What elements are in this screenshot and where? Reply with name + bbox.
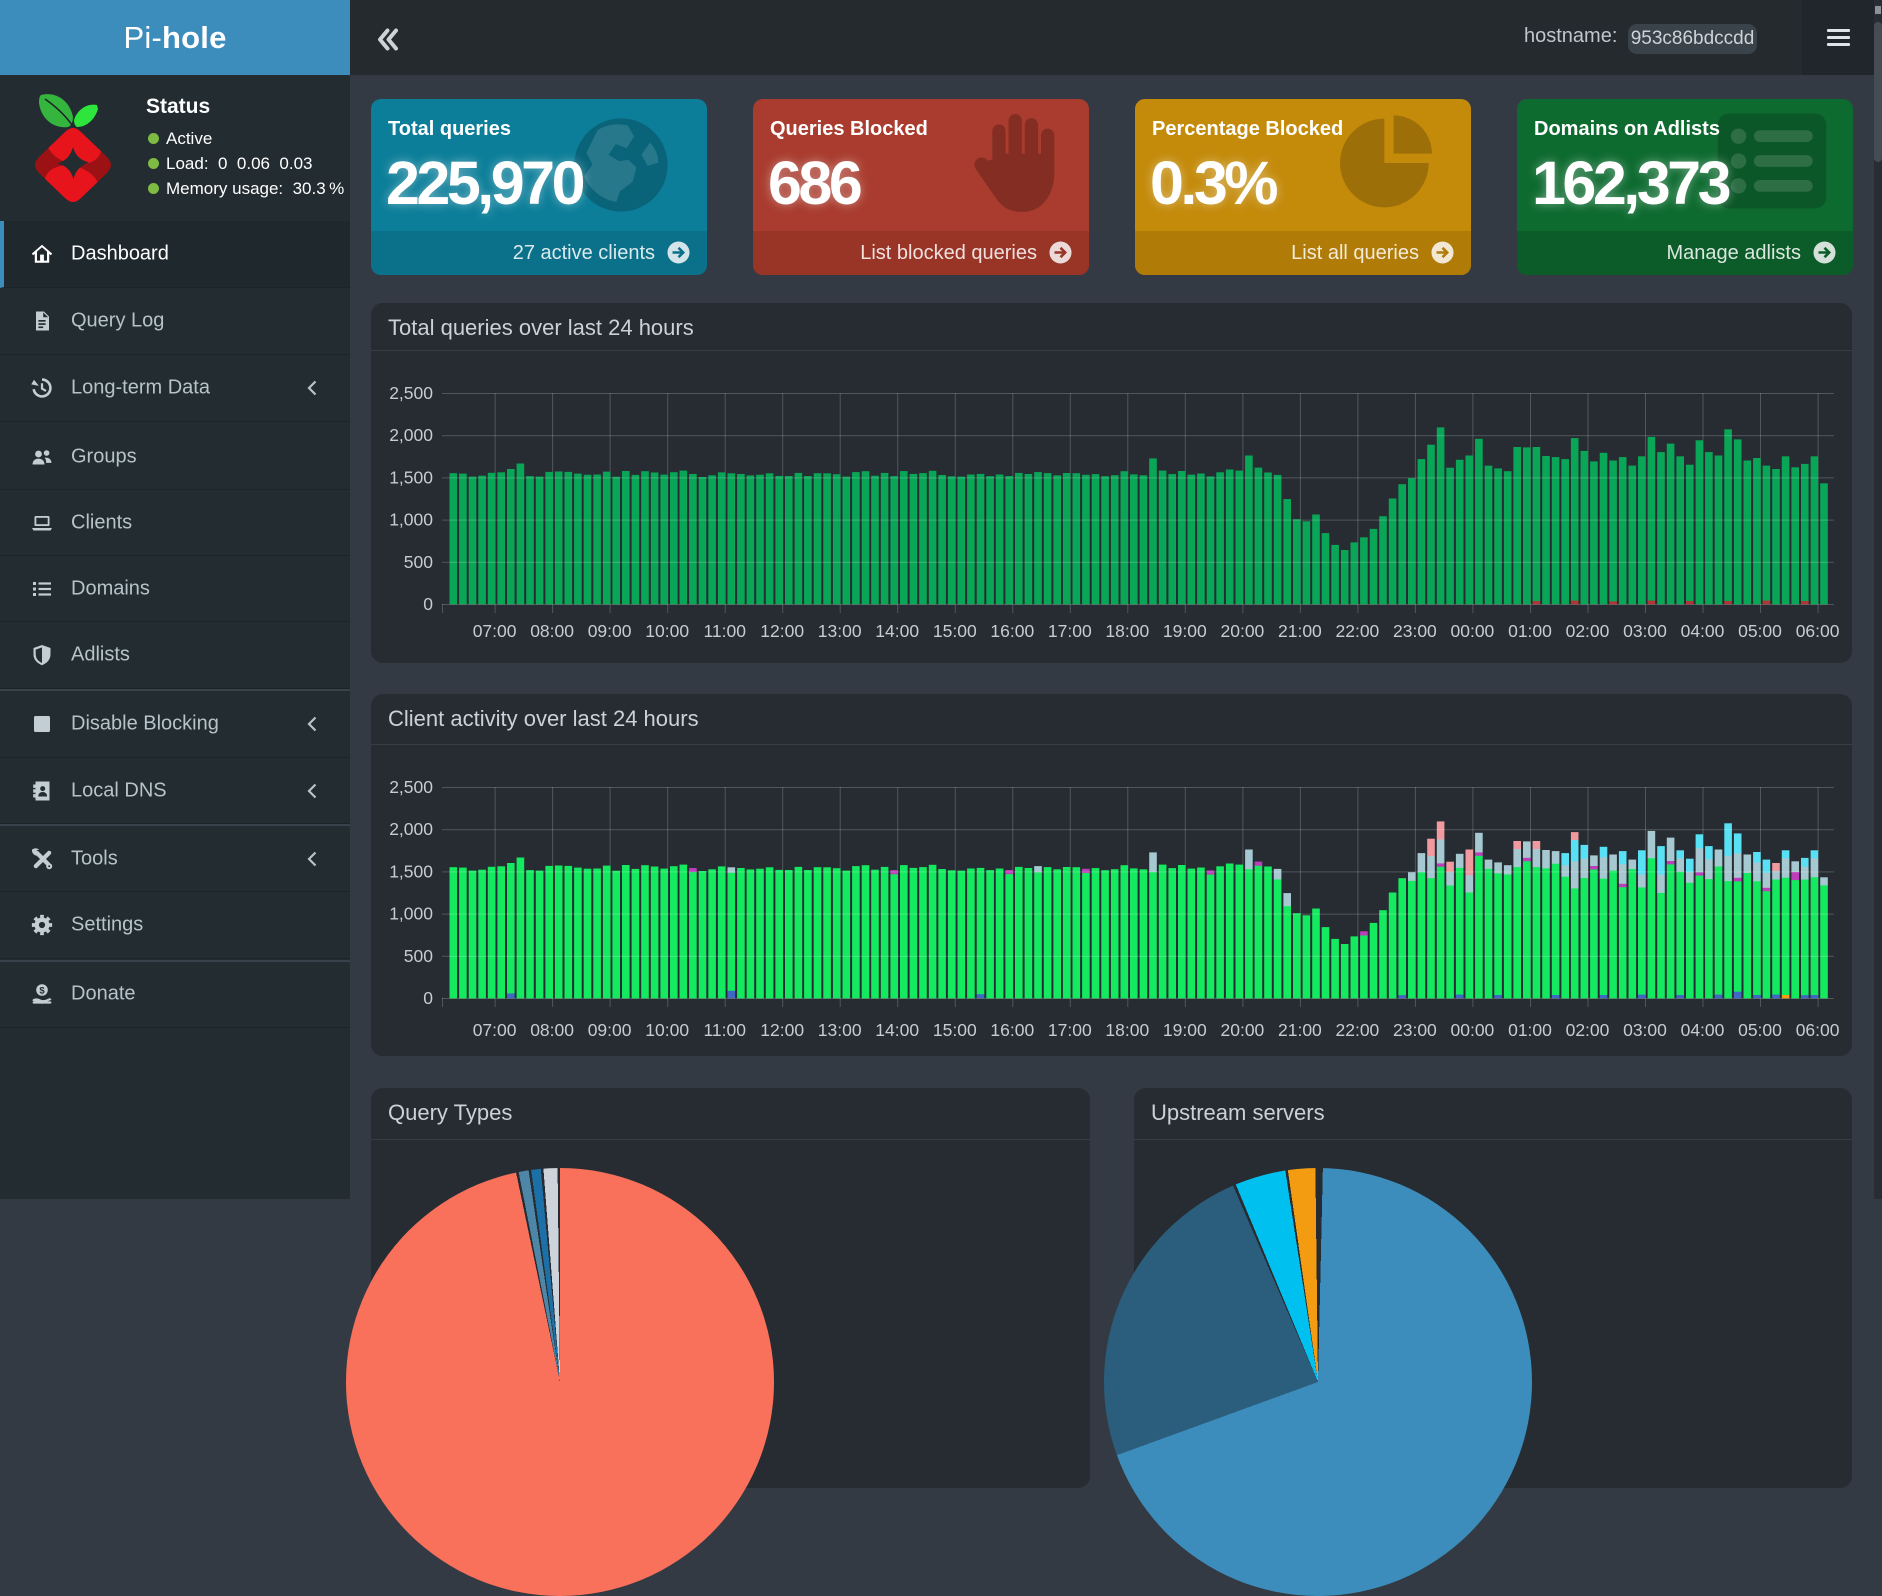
- svg-text:09:00: 09:00: [588, 1020, 632, 1040]
- svg-text:17:00: 17:00: [1048, 621, 1092, 641]
- svg-text:05:00: 05:00: [1738, 621, 1782, 641]
- svg-text:19:00: 19:00: [1163, 1020, 1207, 1040]
- svg-text:15:00: 15:00: [933, 1020, 977, 1040]
- svg-text:10:00: 10:00: [645, 621, 689, 641]
- svg-text:2,500: 2,500: [389, 383, 433, 403]
- svg-text:21:00: 21:00: [1278, 1020, 1322, 1040]
- svg-text:11:00: 11:00: [703, 1020, 746, 1040]
- svg-text:18:00: 18:00: [1105, 1020, 1149, 1040]
- svg-text:01:00: 01:00: [1508, 1020, 1552, 1040]
- svg-text:22:00: 22:00: [1336, 621, 1380, 641]
- svg-text:08:00: 08:00: [530, 621, 574, 641]
- svg-text:15:00: 15:00: [933, 621, 977, 641]
- svg-text:19:00: 19:00: [1163, 621, 1207, 641]
- svg-text:14:00: 14:00: [875, 1020, 919, 1040]
- svg-text:500: 500: [404, 946, 433, 966]
- svg-text:22:00: 22:00: [1336, 1020, 1380, 1040]
- svg-text:2,500: 2,500: [389, 777, 433, 797]
- svg-text:06:00: 06:00: [1796, 1020, 1840, 1040]
- svg-text:20:00: 20:00: [1221, 621, 1265, 641]
- svg-text:20:00: 20:00: [1221, 1020, 1265, 1040]
- svg-text:12:00: 12:00: [760, 621, 804, 641]
- svg-text:13:00: 13:00: [818, 621, 862, 641]
- svg-text:01:00: 01:00: [1508, 621, 1552, 641]
- svg-text:03:00: 03:00: [1623, 621, 1667, 641]
- svg-text:08:00: 08:00: [530, 1020, 574, 1040]
- svg-text:16:00: 16:00: [990, 621, 1034, 641]
- svg-text:11:00: 11:00: [703, 621, 746, 641]
- svg-text:04:00: 04:00: [1681, 1020, 1725, 1040]
- svg-text:06:00: 06:00: [1796, 621, 1840, 641]
- svg-text:1,500: 1,500: [389, 467, 433, 487]
- svg-text:0: 0: [423, 988, 433, 1008]
- svg-text:09:00: 09:00: [588, 621, 632, 641]
- svg-text:04:00: 04:00: [1681, 621, 1725, 641]
- svg-text:14:00: 14:00: [875, 621, 919, 641]
- svg-text:1,500: 1,500: [389, 861, 433, 881]
- svg-text:13:00: 13:00: [818, 1020, 862, 1040]
- svg-text:10:00: 10:00: [645, 1020, 689, 1040]
- svg-text:03:00: 03:00: [1623, 1020, 1667, 1040]
- svg-text:02:00: 02:00: [1566, 1020, 1610, 1040]
- svg-text:12:00: 12:00: [760, 1020, 804, 1040]
- svg-text:21:00: 21:00: [1278, 621, 1322, 641]
- svg-text:23:00: 23:00: [1393, 1020, 1437, 1040]
- svg-text:1,000: 1,000: [389, 904, 433, 924]
- svg-text:23:00: 23:00: [1393, 621, 1437, 641]
- svg-text:07:00: 07:00: [473, 621, 517, 641]
- svg-text:00:00: 00:00: [1451, 621, 1495, 641]
- svg-text:1,000: 1,000: [389, 510, 433, 530]
- svg-text:500: 500: [404, 552, 433, 572]
- svg-text:05:00: 05:00: [1738, 1020, 1782, 1040]
- svg-text:2,000: 2,000: [389, 425, 433, 445]
- svg-text:16:00: 16:00: [990, 1020, 1034, 1040]
- svg-text:0: 0: [423, 594, 433, 614]
- svg-text:2,000: 2,000: [389, 819, 433, 839]
- svg-text:02:00: 02:00: [1566, 621, 1610, 641]
- svg-text:18:00: 18:00: [1105, 621, 1149, 641]
- svg-text:00:00: 00:00: [1451, 1020, 1495, 1040]
- svg-text:07:00: 07:00: [473, 1020, 517, 1040]
- svg-text:$: $: [39, 985, 45, 996]
- svg-text:17:00: 17:00: [1048, 1020, 1092, 1040]
